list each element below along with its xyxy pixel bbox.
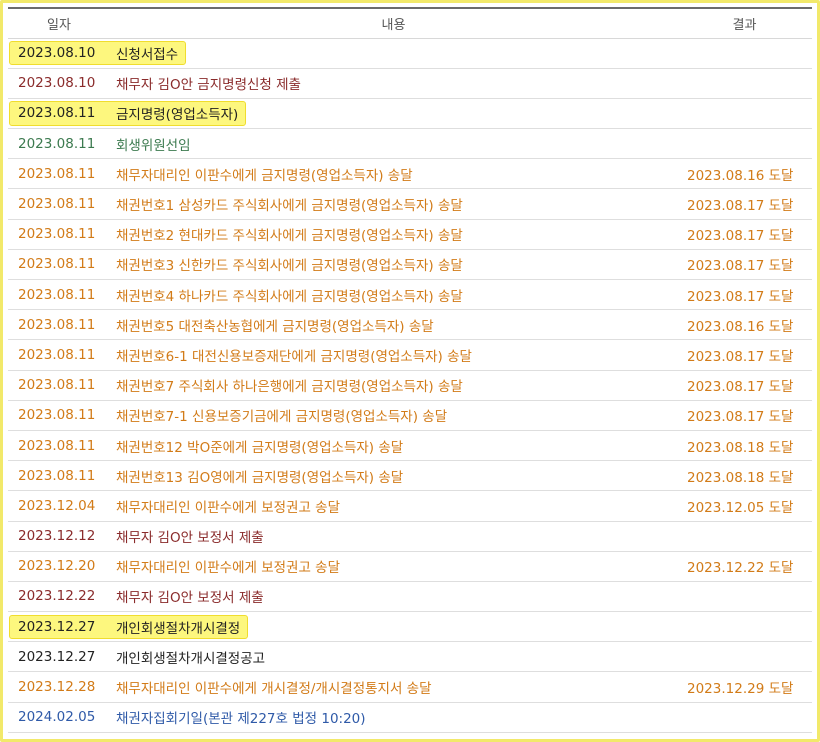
table-row: 2023.12.28 채무자대리인 이판수에게 개시결정/개시결정통지서 송달 20… bbox=[8, 671, 812, 703]
row-content: 채무자 김O안 보정서 제출 bbox=[110, 581, 677, 613]
row-date: 2023.08.11 bbox=[8, 98, 110, 130]
table-row: 2023.08.11 채권번호7-1 신용보증기금에게 금지명령(영업소득자) 송… bbox=[8, 400, 812, 431]
row-content: 채무자 김O안 보정서 제출 bbox=[110, 521, 677, 552]
row-date: 2023.12.12 bbox=[8, 521, 110, 552]
table-row: 2023.08.11 채권번호12 박O준에게 금지명령(영업소득자) 송달 202… bbox=[8, 430, 812, 462]
row-date: 2023.08.11 bbox=[8, 249, 110, 281]
row-content: 채권번호6-1 대전신용보증재단에게 금지명령(영업소득자) 송달 bbox=[110, 339, 677, 371]
table-row: 2023.08.10 채무자 김O안 금지명령신청 제출 bbox=[8, 68, 812, 99]
row-content: 회생위원선임 bbox=[110, 128, 677, 160]
row-result: 2023.08.17 도달 bbox=[677, 370, 812, 401]
table-row: 2023.12.04 채무자대리인 이판수에게 보정권고 송달 2023.12.05… bbox=[8, 490, 812, 522]
table-row: 2023.12.27 개인회생절차개시결정공고 bbox=[8, 641, 812, 673]
row-date: 2023.08.11 bbox=[8, 400, 110, 431]
row-content: 채권자집회기일(본관 제227호 법정 10:20) bbox=[110, 702, 677, 733]
row-result: 2023.12.05 도달 bbox=[677, 490, 812, 522]
row-result: 2023.08.16 도달 bbox=[677, 309, 812, 341]
row-result bbox=[677, 38, 812, 69]
row-date: 2023.08.11 bbox=[8, 370, 110, 401]
case-progress-table: 일자 내용 결과 2023.08.10 신청서접수 2023.08.10 채무자 김O… bbox=[8, 7, 812, 733]
row-result: 2023.08.16 도달 bbox=[677, 158, 812, 190]
table-row: 2023.12.27 개인회생절차개시결정 bbox=[8, 611, 812, 643]
table-row: 2023.12.20 채무자대리인 이판수에게 보정권고 송달 2023.12.22… bbox=[8, 551, 812, 582]
row-result bbox=[677, 521, 812, 552]
row-date: 2023.12.20 bbox=[8, 551, 110, 582]
table-row: 2023.08.11 채권번호6-1 대전신용보증재단에게 금지명령(영업소득자)… bbox=[8, 339, 812, 371]
row-result bbox=[677, 641, 812, 673]
row-date: 2023.08.11 bbox=[8, 158, 110, 190]
row-result bbox=[677, 128, 812, 160]
table-row: 2023.12.12 채무자 김O안 보정서 제출 bbox=[8, 521, 812, 552]
row-content: 채무자대리인 이판수에게 개시결정/개시결정통지서 송달 bbox=[110, 671, 677, 703]
table-row: 2023.08.11 회생위원선임 bbox=[8, 128, 812, 160]
row-date: 2023.12.27 bbox=[8, 641, 110, 673]
row-date: 2023.08.11 bbox=[8, 279, 110, 311]
table-row: 2023.08.11 채권번호13 김O영에게 금지명령(영업소득자) 송달 202… bbox=[8, 460, 812, 492]
table-body: 2023.08.10 신청서접수 2023.08.10 채무자 김O안 금지명령신청 … bbox=[8, 38, 812, 733]
row-result: 2023.08.18 도달 bbox=[677, 430, 812, 462]
row-content: 채권번호1 삼성카드 주식회사에게 금지명령(영업소득자) 송달 bbox=[110, 188, 677, 220]
row-content: 채권번호13 김O영에게 금지명령(영업소득자) 송달 bbox=[110, 460, 677, 492]
row-content: 채무자대리인 이판수에게 금지명령(영업소득자) 송달 bbox=[110, 158, 677, 190]
row-result: 2023.12.22 도달 bbox=[677, 551, 812, 582]
row-result: 2023.12.29 도달 bbox=[677, 671, 812, 703]
row-result bbox=[677, 581, 812, 613]
row-content: 채권번호2 현대카드 주식회사에게 금지명령(영업소득자) 송달 bbox=[110, 219, 677, 250]
row-content: 채권번호3 신한카드 주식회사에게 금지명령(영업소득자) 송달 bbox=[110, 249, 677, 281]
row-result: 2023.08.17 도달 bbox=[677, 279, 812, 311]
table-row: 2023.08.11 채무자대리인 이판수에게 금지명령(영업소득자) 송달 202… bbox=[8, 158, 812, 190]
row-content: 채무자 김O안 금지명령신청 제출 bbox=[110, 68, 677, 99]
row-result: 2023.08.17 도달 bbox=[677, 188, 812, 220]
row-date: 2023.08.11 bbox=[8, 188, 110, 220]
row-result: 2023.08.17 도달 bbox=[677, 219, 812, 250]
row-date: 2023.12.27 bbox=[8, 611, 110, 643]
table-row: 2023.08.11 채권번호2 현대카드 주식회사에게 금지명령(영업소득자) … bbox=[8, 219, 812, 250]
row-date: 2024.02.05 bbox=[8, 702, 110, 733]
header-result: 결과 bbox=[677, 7, 812, 39]
row-content: 채무자대리인 이판수에게 보정권고 송달 bbox=[110, 551, 677, 582]
row-content: 채권번호7 주식회사 하나은행에게 금지명령(영업소득자) 송달 bbox=[110, 370, 677, 401]
header-content: 내용 bbox=[110, 7, 677, 39]
table-row: 2023.08.10 신청서접수 bbox=[8, 38, 812, 69]
row-result bbox=[677, 702, 812, 733]
row-content: 채권번호7-1 신용보증기금에게 금지명령(영업소득자) 송달 bbox=[110, 400, 677, 431]
row-result bbox=[677, 68, 812, 99]
row-result: 2023.08.18 도달 bbox=[677, 460, 812, 492]
row-content: 개인회생절차개시결정공고 bbox=[110, 641, 677, 673]
row-content: 신청서접수 bbox=[110, 38, 677, 69]
row-result: 2023.08.17 도달 bbox=[677, 400, 812, 431]
table-row: 2024.02.05 채권자집회기일(본관 제227호 법정 10:20) bbox=[8, 702, 812, 733]
row-content: 개인회생절차개시결정 bbox=[110, 611, 677, 643]
row-content: 채권번호4 하나카드 주식회사에게 금지명령(영업소득자) 송달 bbox=[110, 279, 677, 311]
table-row: 2023.12.22 채무자 김O안 보정서 제출 bbox=[8, 581, 812, 613]
row-content: 채권번호5 대전축산농협에게 금지명령(영업소득자) 송달 bbox=[110, 309, 677, 341]
table-row: 2023.08.11 채권번호7 주식회사 하나은행에게 금지명령(영업소득자) … bbox=[8, 370, 812, 401]
table-header-row: 일자 내용 결과 bbox=[8, 7, 812, 39]
row-content: 채권번호12 박O준에게 금지명령(영업소득자) 송달 bbox=[110, 430, 677, 462]
table-row: 2023.08.11 채권번호1 삼성카드 주식회사에게 금지명령(영업소득자) … bbox=[8, 188, 812, 220]
row-date: 2023.12.04 bbox=[8, 490, 110, 522]
row-content: 채무자대리인 이판수에게 보정권고 송달 bbox=[110, 490, 677, 522]
row-date: 2023.08.10 bbox=[8, 68, 110, 99]
row-date: 2023.08.11 bbox=[8, 460, 110, 492]
row-result bbox=[677, 98, 812, 130]
row-date: 2023.08.11 bbox=[8, 430, 110, 462]
row-date: 2023.12.28 bbox=[8, 671, 110, 703]
table-row: 2023.08.11 금지명령(영업소득자) bbox=[8, 98, 812, 130]
row-date: 2023.08.11 bbox=[8, 128, 110, 160]
row-result: 2023.08.17 도달 bbox=[677, 339, 812, 371]
table-row: 2023.08.11 채권번호3 신한카드 주식회사에게 금지명령(영업소득자) … bbox=[8, 249, 812, 281]
row-date: 2023.08.11 bbox=[8, 219, 110, 250]
row-result: 2023.08.17 도달 bbox=[677, 249, 812, 281]
row-content: 금지명령(영업소득자) bbox=[110, 98, 677, 130]
table-row: 2023.08.11 채권번호5 대전축산농협에게 금지명령(영업소득자) 송달 2… bbox=[8, 309, 812, 341]
row-date: 2023.08.11 bbox=[8, 309, 110, 341]
row-date: 2023.08.10 bbox=[8, 38, 110, 69]
row-date: 2023.12.22 bbox=[8, 581, 110, 613]
row-date: 2023.08.11 bbox=[8, 339, 110, 371]
row-result bbox=[677, 611, 812, 643]
table-row: 2023.08.11 채권번호4 하나카드 주식회사에게 금지명령(영업소득자) … bbox=[8, 279, 812, 311]
header-date: 일자 bbox=[8, 7, 110, 39]
